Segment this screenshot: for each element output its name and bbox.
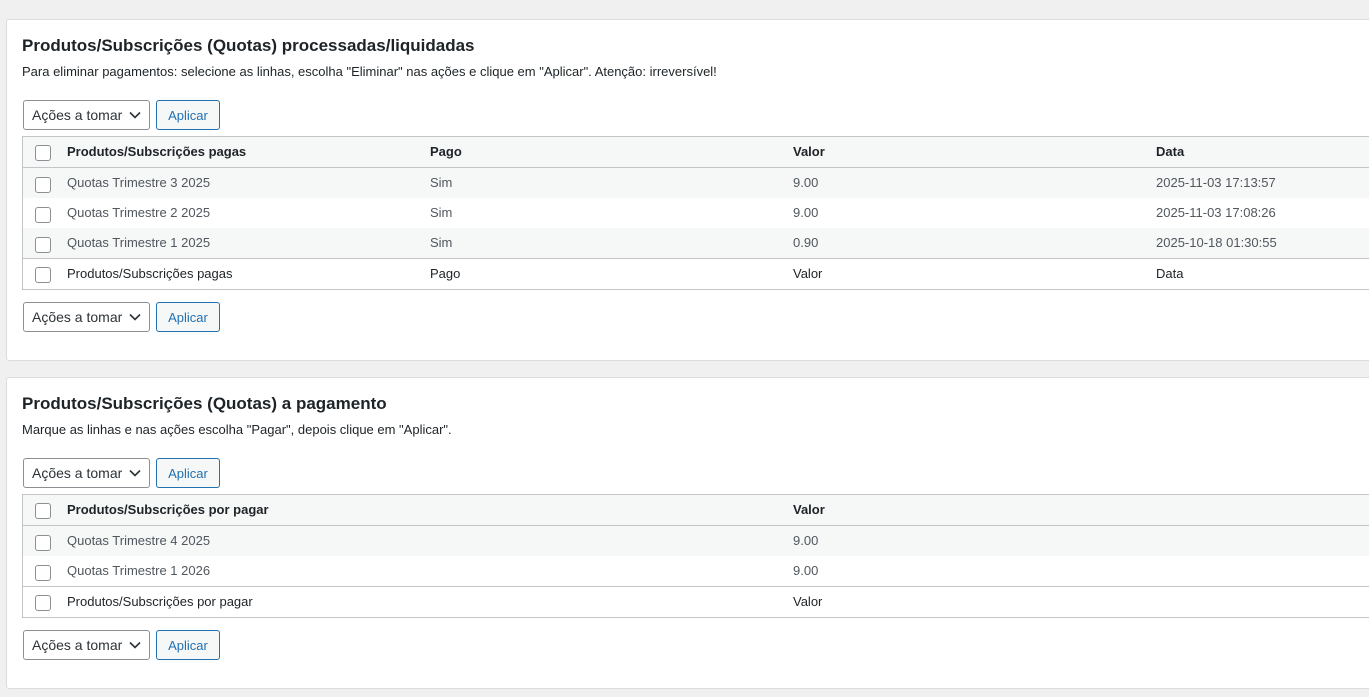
processed-description: Para eliminar pagamentos: selecione as l… — [22, 64, 717, 79]
table-header-row: Produtos/Subscrições pagas Pago Valor Da… — [23, 137, 1369, 168]
row-product: Quotas Trimestre 1 2026 — [67, 563, 211, 578]
row-checkbox[interactable] — [35, 207, 51, 223]
bulk-actions-label: Ações a tomar — [32, 465, 123, 481]
row-value: 9.00 — [793, 175, 819, 190]
row-paid: Sim — [430, 205, 453, 220]
row-checkbox[interactable] — [35, 177, 51, 193]
row-paid: Sim — [430, 175, 453, 190]
row-date: 2025-11-03 17:08:26 — [1156, 205, 1276, 220]
select-all-checkbox[interactable] — [35, 145, 51, 161]
row-checkbox[interactable] — [35, 565, 51, 581]
processed-bottom-actions: Ações a tomar Aplicar — [23, 302, 220, 332]
row-value: 9.00 — [793, 563, 819, 578]
row-product: Quotas Trimestre 4 2025 — [67, 533, 211, 548]
column-footer-paid[interactable]: Pago — [430, 259, 460, 289]
row-product: Quotas Trimestre 2 2025 — [67, 205, 211, 220]
pending-panel: Produtos/Subscrições (Quotas) a pagament… — [6, 377, 1369, 689]
select-all-checkbox-footer[interactable] — [35, 595, 51, 611]
processed-top-actions: Ações a tomar Aplicar — [23, 100, 220, 130]
table-header-row: Produtos/Subscrições por pagar Valor — [23, 495, 1369, 526]
chevron-down-icon — [129, 313, 141, 321]
column-header-paid[interactable]: Pago — [430, 137, 462, 167]
column-header-product[interactable]: Produtos/Subscrições por pagar — [67, 495, 269, 525]
apply-button-bottom[interactable]: Aplicar — [156, 630, 220, 660]
row-product: Quotas Trimestre 1 2025 — [67, 235, 211, 250]
row-paid: Sim — [430, 235, 453, 250]
pending-title: Produtos/Subscrições (Quotas) a pagament… — [22, 394, 387, 413]
row-value: 9.00 — [793, 533, 819, 548]
pending-description: Marque as linhas e nas ações escolha "Pa… — [22, 422, 452, 437]
chevron-down-icon — [129, 469, 141, 477]
table-row: Quotas Trimestre 3 2025 Sim 9.00 2025-11… — [23, 168, 1369, 198]
row-checkbox[interactable] — [35, 237, 51, 253]
table-row: Quotas Trimestre 4 2025 9.00 — [23, 526, 1369, 556]
select-all-checkbox[interactable] — [35, 503, 51, 519]
bulk-actions-label: Ações a tomar — [32, 637, 123, 653]
apply-button-bottom[interactable]: Aplicar — [156, 302, 220, 332]
table-footer-row: Produtos/Subscrições pagas Pago Valor Da… — [23, 258, 1369, 289]
chevron-down-icon — [129, 641, 141, 649]
pending-top-actions: Ações a tomar Aplicar — [23, 458, 220, 488]
apply-button[interactable]: Aplicar — [156, 458, 220, 488]
processed-panel: Produtos/Subscrições (Quotas) processada… — [6, 19, 1369, 361]
bulk-actions-label: Ações a tomar — [32, 309, 123, 325]
column-footer-value[interactable]: Valor — [793, 587, 822, 617]
bulk-actions-label: Ações a tomar — [32, 107, 123, 123]
bulk-actions-select[interactable]: Ações a tomar — [23, 458, 150, 488]
column-footer-date[interactable]: Data — [1156, 259, 1183, 289]
row-value: 0.90 — [793, 235, 819, 250]
column-footer-product[interactable]: Produtos/Subscrições pagas — [67, 259, 232, 289]
processed-table: Produtos/Subscrições pagas Pago Valor Da… — [22, 136, 1369, 290]
row-checkbox[interactable] — [35, 535, 51, 551]
row-product: Quotas Trimestre 3 2025 — [67, 175, 211, 190]
processed-title: Produtos/Subscrições (Quotas) processada… — [22, 36, 475, 55]
select-all-checkbox-footer[interactable] — [35, 267, 51, 283]
pending-bottom-actions: Ações a tomar Aplicar — [23, 630, 220, 660]
column-footer-value[interactable]: Valor — [793, 259, 822, 289]
column-header-product[interactable]: Produtos/Subscrições pagas — [67, 137, 246, 167]
row-date: 2025-11-03 17:13:57 — [1156, 175, 1276, 190]
column-header-value[interactable]: Valor — [793, 495, 825, 525]
table-footer-row: Produtos/Subscrições por pagar Valor — [23, 586, 1369, 617]
bulk-actions-select-bottom[interactable]: Ações a tomar — [23, 630, 150, 660]
table-row: Quotas Trimestre 1 2026 9.00 — [23, 556, 1369, 586]
bulk-actions-select[interactable]: Ações a tomar — [23, 100, 150, 130]
chevron-down-icon — [129, 111, 141, 119]
table-row: Quotas Trimestre 2 2025 Sim 9.00 2025-11… — [23, 198, 1369, 228]
apply-button[interactable]: Aplicar — [156, 100, 220, 130]
column-header-value[interactable]: Valor — [793, 137, 825, 167]
table-row: Quotas Trimestre 1 2025 Sim 0.90 2025-10… — [23, 228, 1369, 258]
column-footer-product[interactable]: Produtos/Subscrições por pagar — [67, 587, 253, 617]
row-value: 9.00 — [793, 205, 819, 220]
pending-table: Produtos/Subscrições por pagar Valor Quo… — [22, 494, 1369, 618]
column-header-date[interactable]: Data — [1156, 137, 1184, 167]
row-date: 2025-10-18 01:30:55 — [1156, 235, 1277, 250]
bulk-actions-select-bottom[interactable]: Ações a tomar — [23, 302, 150, 332]
